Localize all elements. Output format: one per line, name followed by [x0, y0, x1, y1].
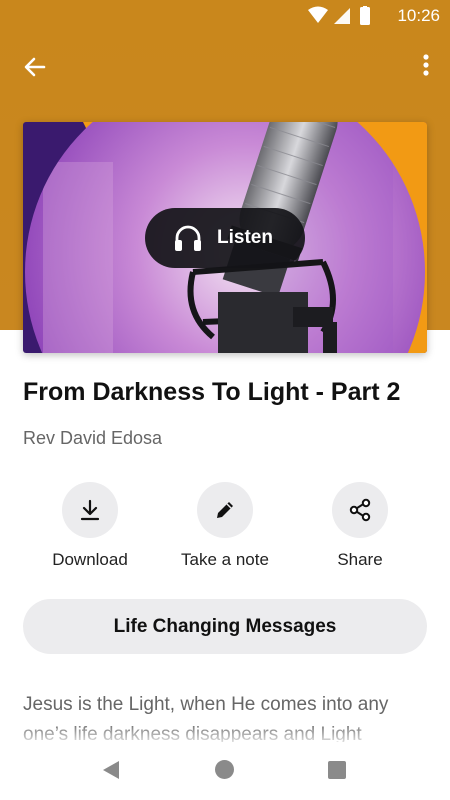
listen-button[interactable]: Listen: [145, 208, 305, 268]
share-icon-circle: [332, 482, 388, 538]
listen-label: Listen: [217, 227, 273, 248]
wifi-icon: [308, 6, 328, 23]
pencil-icon-circle: [197, 482, 253, 538]
download-icon-circle: [62, 482, 118, 538]
share-button[interactable]: Share: [290, 482, 430, 570]
headphones-icon: [175, 225, 201, 251]
nav-recents-icon[interactable]: [328, 761, 346, 779]
signal-icon: [334, 8, 350, 24]
description-fade: [0, 722, 450, 748]
more-vert-icon: [423, 54, 429, 76]
more-options-button[interactable]: [416, 50, 436, 80]
take-note-button[interactable]: Take a note: [155, 482, 295, 570]
sermon-title: From Darkness To Light - Part 2: [23, 378, 401, 406]
status-icons: [308, 6, 370, 25]
download-label: Download: [52, 550, 128, 569]
battery-icon: [360, 7, 370, 25]
share-label: Share: [337, 550, 383, 569]
sermon-author[interactable]: Rev David Edosa: [23, 428, 162, 449]
download-button[interactable]: Download: [20, 482, 160, 570]
nav-back-icon[interactable]: [101, 760, 121, 780]
arrow-left-icon: [24, 57, 46, 77]
status-bar: 10:26: [0, 0, 450, 32]
status-time: 10:26: [397, 6, 440, 25]
collection-button[interactable]: Life Changing Messages: [23, 599, 427, 654]
pencil-icon: [217, 502, 233, 518]
nav-home-icon[interactable]: [215, 760, 234, 779]
download-icon: [80, 499, 100, 521]
share-icon: [349, 498, 371, 522]
take-note-label: Take a note: [181, 550, 269, 569]
back-button[interactable]: [18, 50, 52, 84]
